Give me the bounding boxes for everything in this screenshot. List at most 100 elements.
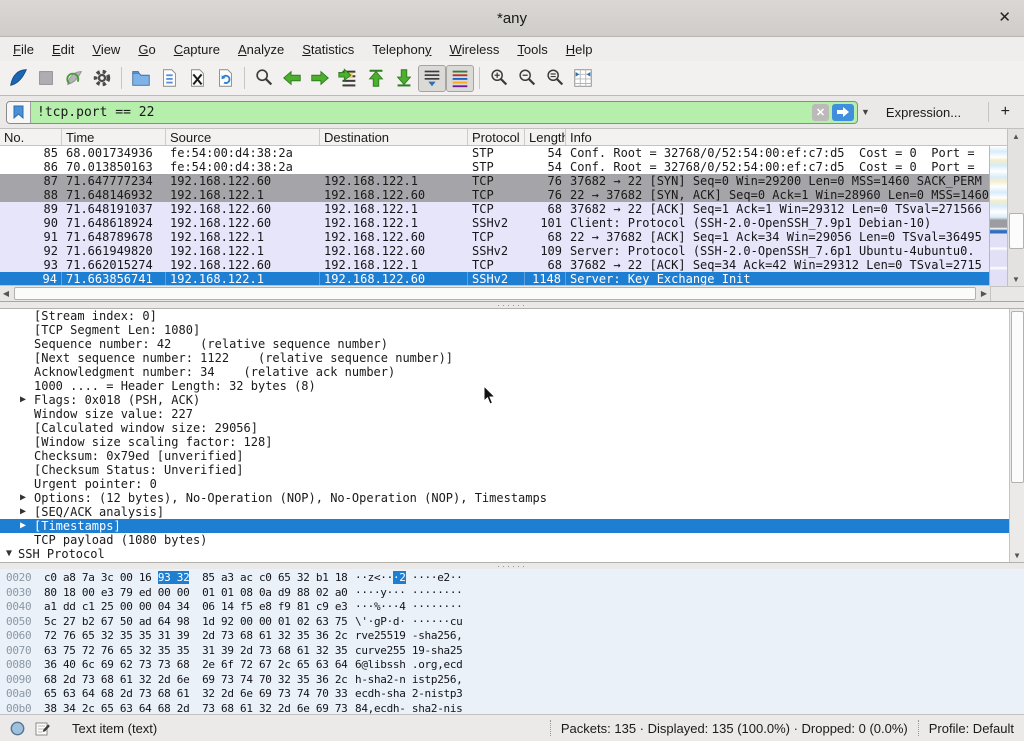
- expand-arrow-icon[interactable]: ▶: [20, 561, 26, 563]
- packet-row-87[interactable]: 8771.647777234192.168.122.60192.168.122.…: [0, 174, 990, 188]
- capture-options-button[interactable]: [88, 65, 116, 92]
- detail-line[interactable]: Sequence number: 42 (relative sequence n…: [0, 337, 1024, 351]
- zoom-out-button[interactable]: [513, 65, 541, 92]
- detail-line[interactable]: Window size value: 227: [0, 407, 1024, 421]
- expand-arrow-icon[interactable]: ▶: [20, 505, 26, 519]
- go-first-packet-button[interactable]: [362, 65, 390, 92]
- menu-view[interactable]: View: [83, 40, 129, 59]
- detail-line[interactable]: [Calculated window size: 29056]: [0, 421, 1024, 435]
- scroll-left-icon[interactable]: ◀: [0, 289, 12, 298]
- hex-row[interactable]: 003080 18 00 e3 79 ed 00 00 01 01 08 0a …: [0, 586, 1024, 601]
- menu-file[interactable]: File: [4, 40, 43, 59]
- detail-line[interactable]: Acknowledgment number: 34 (relative ack …: [0, 365, 1024, 379]
- scrollbar-thumb[interactable]: [1011, 311, 1024, 483]
- scroll-down-icon[interactable]: ▼: [1008, 272, 1024, 286]
- packet-row-91[interactable]: 9171.648789678192.168.122.1192.168.122.6…: [0, 230, 990, 244]
- filter-history-caret-icon[interactable]: ▼: [861, 107, 870, 117]
- zoom-in-button[interactable]: [485, 65, 513, 92]
- column-header-length[interactable]: Length: [525, 129, 566, 145]
- profile-button[interactable]: Profile: Default: [929, 721, 1024, 736]
- filter-bookmark-button[interactable]: [7, 102, 31, 123]
- packet-row-92[interactable]: 9271.661949820192.168.122.1192.168.122.6…: [0, 244, 990, 258]
- filter-apply-button[interactable]: [832, 104, 854, 121]
- scroll-up-icon[interactable]: ▲: [1008, 129, 1024, 143]
- menu-go[interactable]: Go: [129, 40, 164, 59]
- scroll-right-icon[interactable]: ▶: [978, 289, 990, 298]
- scrollbar-thumb[interactable]: [14, 287, 976, 300]
- start-capture-button[interactable]: [4, 65, 32, 92]
- expand-arrow-icon[interactable]: ▶: [20, 491, 26, 505]
- menu-wireless[interactable]: Wireless: [441, 40, 509, 59]
- scrollbar-thumb[interactable]: [1009, 213, 1024, 249]
- auto-scroll-button[interactable]: [418, 65, 446, 92]
- packet-list-horizontal-scrollbar[interactable]: ◀ ▶: [0, 285, 990, 301]
- find-packet-button[interactable]: [250, 65, 278, 92]
- hex-row[interactable]: 0020c0 a8 7a 3c 00 16 93 32 85 a3 ac c0 …: [0, 571, 1024, 586]
- expand-arrow-icon[interactable]: ▶: [20, 393, 26, 407]
- zoom-original-button[interactable]: [541, 65, 569, 92]
- packet-row-94-selected[interactable]: 9471.663856741192.168.122.1192.168.122.6…: [0, 272, 990, 286]
- menu-help[interactable]: Help: [557, 40, 602, 59]
- detail-line[interactable]: [Checksum Status: Unverified]: [0, 463, 1024, 477]
- save-file-button[interactable]: [155, 65, 183, 92]
- hex-row[interactable]: 009068 2d 73 68 61 32 2d 6e 69 73 74 70 …: [0, 673, 1024, 688]
- detail-line-options[interactable]: ▶Options: (12 bytes), No-Operation (NOP)…: [0, 491, 1024, 505]
- detail-line-seq-ack[interactable]: ▶[SEQ/ACK analysis]: [0, 505, 1024, 519]
- go-forward-button[interactable]: [306, 65, 334, 92]
- filter-text[interactable]: !tcp.port == 22: [31, 105, 812, 120]
- detail-line-ssh-protocol[interactable]: ▼SSH Protocol: [0, 547, 1024, 561]
- detail-line[interactable]: Checksum: 0x79ed [unverified]: [0, 449, 1024, 463]
- hex-row[interactable]: 008036 40 6c 69 62 73 73 68 2e 6f 72 67 …: [0, 658, 1024, 673]
- packet-row-86[interactable]: 8670.013850163fe:54:00:d4:38:2aSTP54Conf…: [0, 160, 990, 174]
- expression-button[interactable]: Expression...: [886, 105, 961, 120]
- menu-telephony[interactable]: Telephony: [363, 40, 440, 59]
- expand-arrow-icon[interactable]: ▶: [20, 519, 26, 533]
- capture-comment-button[interactable]: [35, 721, 50, 736]
- detail-line-ssh-version[interactable]: ▶SSH Version 2 (encryption:chacha20-poly…: [0, 561, 1024, 563]
- detail-line-flags[interactable]: ▶Flags: 0x018 (PSH, ACK): [0, 393, 1024, 407]
- hex-row[interactable]: 00a065 63 64 68 2d 73 68 61 32 2d 6e 69 …: [0, 687, 1024, 702]
- go-back-button[interactable]: [278, 65, 306, 92]
- packet-row-89[interactable]: 8971.648191037192.168.122.60192.168.122.…: [0, 202, 990, 216]
- packet-list-vertical-scrollbar[interactable]: ▲ ▼: [1007, 129, 1024, 286]
- filter-clear-button[interactable]: ✕: [812, 104, 829, 121]
- hex-row[interactable]: 0040a1 dd c1 25 00 00 04 34 06 14 f5 e8 …: [0, 600, 1024, 615]
- menu-capture[interactable]: Capture: [165, 40, 229, 59]
- detail-line[interactable]: [Next sequence number: 1122 (relative se…: [0, 351, 1024, 365]
- resize-columns-button[interactable]: [569, 65, 597, 92]
- hex-row[interactable]: 007063 75 72 76 65 32 35 35 31 39 2d 73 …: [0, 644, 1024, 659]
- hex-row[interactable]: 006072 76 65 32 35 35 31 39 2d 73 68 61 …: [0, 629, 1024, 644]
- collapse-arrow-icon[interactable]: ▼: [6, 547, 12, 561]
- reload-file-button[interactable]: [211, 65, 239, 92]
- hex-row[interactable]: 00505c 27 b2 67 50 ad 64 98 1d 92 00 00 …: [0, 615, 1024, 630]
- detail-line[interactable]: TCP payload (1080 bytes): [0, 533, 1024, 547]
- column-header-info[interactable]: Info: [566, 129, 1008, 145]
- packet-row-88[interactable]: 8871.648146932192.168.122.1192.168.122.6…: [0, 188, 990, 202]
- column-header-protocol[interactable]: Protocol: [468, 129, 525, 145]
- detail-line-timestamps-selected[interactable]: ▶[Timestamps]: [0, 519, 1024, 533]
- close-icon[interactable]: ✕: [998, 8, 1011, 26]
- restart-capture-button[interactable]: [60, 65, 88, 92]
- menu-tools[interactable]: Tools: [508, 40, 556, 59]
- detail-line[interactable]: Urgent pointer: 0: [0, 477, 1024, 491]
- column-header-no[interactable]: No.: [0, 129, 62, 145]
- add-filter-button[interactable]: +: [988, 102, 1018, 122]
- close-file-button[interactable]: [183, 65, 211, 92]
- go-last-packet-button[interactable]: [390, 65, 418, 92]
- menu-analyze[interactable]: Analyze: [229, 40, 293, 59]
- detail-line[interactable]: [Stream index: 0]: [0, 309, 1024, 323]
- packet-row-90[interactable]: 9071.648618924192.168.122.60192.168.122.…: [0, 216, 990, 230]
- detail-line[interactable]: [Window size scaling factor: 128]: [0, 435, 1024, 449]
- column-header-source[interactable]: Source: [166, 129, 320, 145]
- menu-statistics[interactable]: Statistics: [293, 40, 363, 59]
- details-vertical-scrollbar[interactable]: ▼: [1009, 309, 1024, 562]
- packet-row-93[interactable]: 9371.662015274192.168.122.60192.168.122.…: [0, 258, 990, 272]
- hex-row[interactable]: 00b038 34 2c 65 63 64 68 2d 73 68 61 32 …: [0, 702, 1024, 716]
- column-header-destination[interactable]: Destination: [320, 129, 468, 145]
- expert-info-button[interactable]: [10, 721, 25, 736]
- detail-line[interactable]: 1000 .... = Header Length: 32 bytes (8): [0, 379, 1024, 393]
- display-filter-input[interactable]: !tcp.port == 22 ✕: [6, 101, 858, 124]
- colorize-button[interactable]: [446, 65, 474, 92]
- detail-line[interactable]: [TCP Segment Len: 1080]: [0, 323, 1024, 337]
- go-to-packet-button[interactable]: [334, 65, 362, 92]
